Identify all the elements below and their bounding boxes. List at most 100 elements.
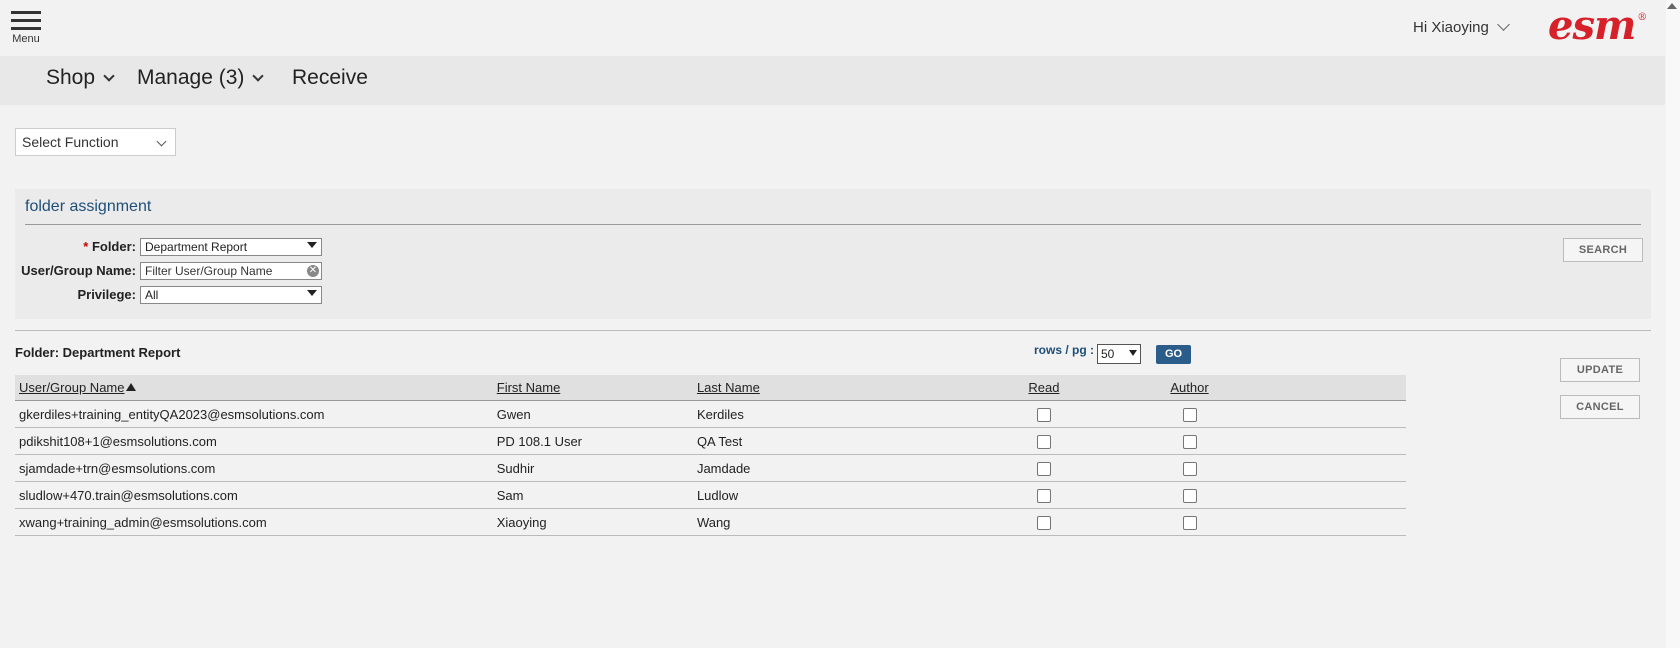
chevron-down-icon [103, 70, 115, 82]
col-last-name[interactable]: Last Name [692, 375, 1004, 401]
author-checkbox[interactable] [1182, 515, 1197, 530]
cell-first-name: Sam [492, 481, 693, 509]
author-checkbox[interactable] [1182, 488, 1197, 503]
scroll-up-arrow-icon[interactable] [1667, 3, 1677, 9]
cell-last-name: QA Test [692, 427, 1004, 455]
cell-spacer [1294, 400, 1406, 428]
hamburger-menu-button[interactable]: Menu [11, 11, 41, 45]
go-button[interactable]: GO [1156, 345, 1191, 364]
top-header: Menu Hi Xiaoying esm ® [0, 0, 1665, 56]
divider [25, 224, 1641, 225]
rows-per-page-select[interactable]: 50 [1097, 344, 1141, 364]
table-row: gkerdiles+training_entityQA2023@esmsolut… [15, 400, 1406, 428]
clear-icon[interactable]: ✕ [307, 265, 319, 277]
chevron-down-icon [252, 70, 265, 82]
divider [15, 330, 1651, 331]
folder-label: * Folder: [15, 239, 136, 254]
cell-author [1084, 481, 1295, 509]
col-user-group-name[interactable]: User/Group Name [15, 375, 493, 401]
cell-first-name: Gwen [492, 400, 693, 428]
read-checkbox[interactable] [1036, 515, 1051, 530]
table-row: sjamdade+trn@esmsolutions.com Sudhir Jam… [15, 454, 1406, 482]
hamburger-icon-bar [11, 19, 41, 22]
rows-per-page-value: 50 [1101, 347, 1115, 361]
cell-last-name: Wang [692, 508, 1004, 536]
cell-author [1084, 454, 1295, 482]
panel-title: folder assignment [25, 198, 152, 215]
nav-manage-label: Manage (3) [137, 66, 245, 89]
col-last-name-label: Last Name [696, 380, 760, 395]
nav-shop[interactable]: Shop [46, 66, 115, 90]
col-author-label: Author [1170, 380, 1209, 395]
author-checkbox[interactable] [1182, 434, 1197, 449]
user-greeting-dropdown[interactable]: Hi Xiaoying [1413, 18, 1510, 36]
col-read[interactable]: Read [1003, 375, 1085, 401]
read-checkbox[interactable] [1036, 434, 1051, 449]
table-row: sludlow+470.train@esmsolutions.com Sam L… [15, 481, 1406, 509]
folder-assignment-panel: folder assignment * Folder: Department R… [15, 189, 1651, 319]
col-first-name-label: First Name [496, 380, 561, 395]
privilege-select-value: All [145, 288, 159, 302]
rows-per-page-label: rows / pg : [1034, 343, 1094, 357]
chevron-down-icon [156, 136, 167, 147]
chevron-down-icon [1497, 18, 1510, 31]
privilege-select[interactable]: All [140, 286, 322, 304]
table-row: pdikshit108+1@esmsolutions.com PD 108.1 … [15, 427, 1406, 455]
cell-spacer [1294, 508, 1406, 536]
select-function-dropdown[interactable]: Select Function [15, 128, 176, 156]
privilege-label: Privilege: [77, 287, 136, 302]
dropdown-arrow-icon [307, 242, 317, 248]
cell-spacer [1294, 454, 1406, 482]
author-checkbox[interactable] [1182, 407, 1197, 422]
cancel-button[interactable]: CANCEL [1560, 395, 1640, 419]
cell-read [1003, 427, 1085, 455]
col-first-name[interactable]: First Name [492, 375, 693, 401]
logo-text: esm [1548, 2, 1636, 49]
cell-user: pdikshit108+1@esmsolutions.com [15, 427, 493, 455]
folder-label-text: Folder: [91, 239, 136, 254]
cell-user: gkerdiles+training_entityQA2023@esmsolut… [15, 400, 493, 428]
cell-spacer [1294, 427, 1406, 455]
cell-author [1084, 400, 1295, 428]
cell-first-name: Xiaoying [492, 508, 693, 536]
cell-read [1003, 481, 1085, 509]
read-checkbox[interactable] [1036, 407, 1051, 422]
col-read-label: Read [1028, 380, 1060, 395]
cell-read [1003, 454, 1085, 482]
folder-assignment-table: User/Group Name First Name Last Name Rea… [15, 375, 1406, 536]
nav-shop-label: Shop [46, 66, 96, 89]
vertical-scrollbar[interactable] [1666, 0, 1680, 648]
table-header-row: User/Group Name First Name Last Name Rea… [15, 375, 1406, 401]
cell-read [1003, 508, 1085, 536]
hamburger-icon-bar [11, 27, 41, 30]
author-checkbox[interactable] [1182, 461, 1197, 476]
cell-author [1084, 508, 1295, 536]
user-group-filter-placeholder: Filter User/Group Name [145, 264, 273, 278]
cell-last-name: Ludlow [692, 481, 1004, 509]
required-marker: * [83, 239, 89, 254]
select-function-value: Select Function [22, 134, 119, 150]
col-author[interactable]: Author [1084, 375, 1295, 401]
cell-last-name: Jamdade [692, 454, 1004, 482]
nav-receive-label: Receive [292, 66, 368, 89]
cell-read [1003, 400, 1085, 428]
cell-last-name: Kerdiles [692, 400, 1004, 428]
folder-select[interactable]: Department Report [140, 238, 322, 256]
cell-user: sludlow+470.train@esmsolutions.com [15, 481, 493, 509]
user-group-filter-input[interactable]: Filter User/Group Name ✕ [140, 262, 322, 280]
esm-logo: esm ® [1548, 2, 1647, 49]
dropdown-arrow-icon [307, 290, 317, 296]
cell-author [1084, 427, 1295, 455]
search-button[interactable]: SEARCH [1563, 238, 1643, 262]
nav-manage[interactable]: Manage (3) [137, 66, 265, 90]
cell-first-name: Sudhir [492, 454, 693, 482]
col-user-group-name-label: User/Group Name [19, 380, 125, 395]
table-row: xwang+training_admin@esmsolutions.com Xi… [15, 508, 1406, 536]
folder-caption: Folder: Department Report [15, 345, 181, 360]
registered-mark: ® [1637, 12, 1647, 23]
read-checkbox[interactable] [1036, 488, 1051, 503]
menu-label: Menu [12, 33, 40, 45]
read-checkbox[interactable] [1036, 461, 1051, 476]
update-button[interactable]: UPDATE [1560, 358, 1640, 382]
nav-receive[interactable]: Receive [292, 66, 368, 90]
